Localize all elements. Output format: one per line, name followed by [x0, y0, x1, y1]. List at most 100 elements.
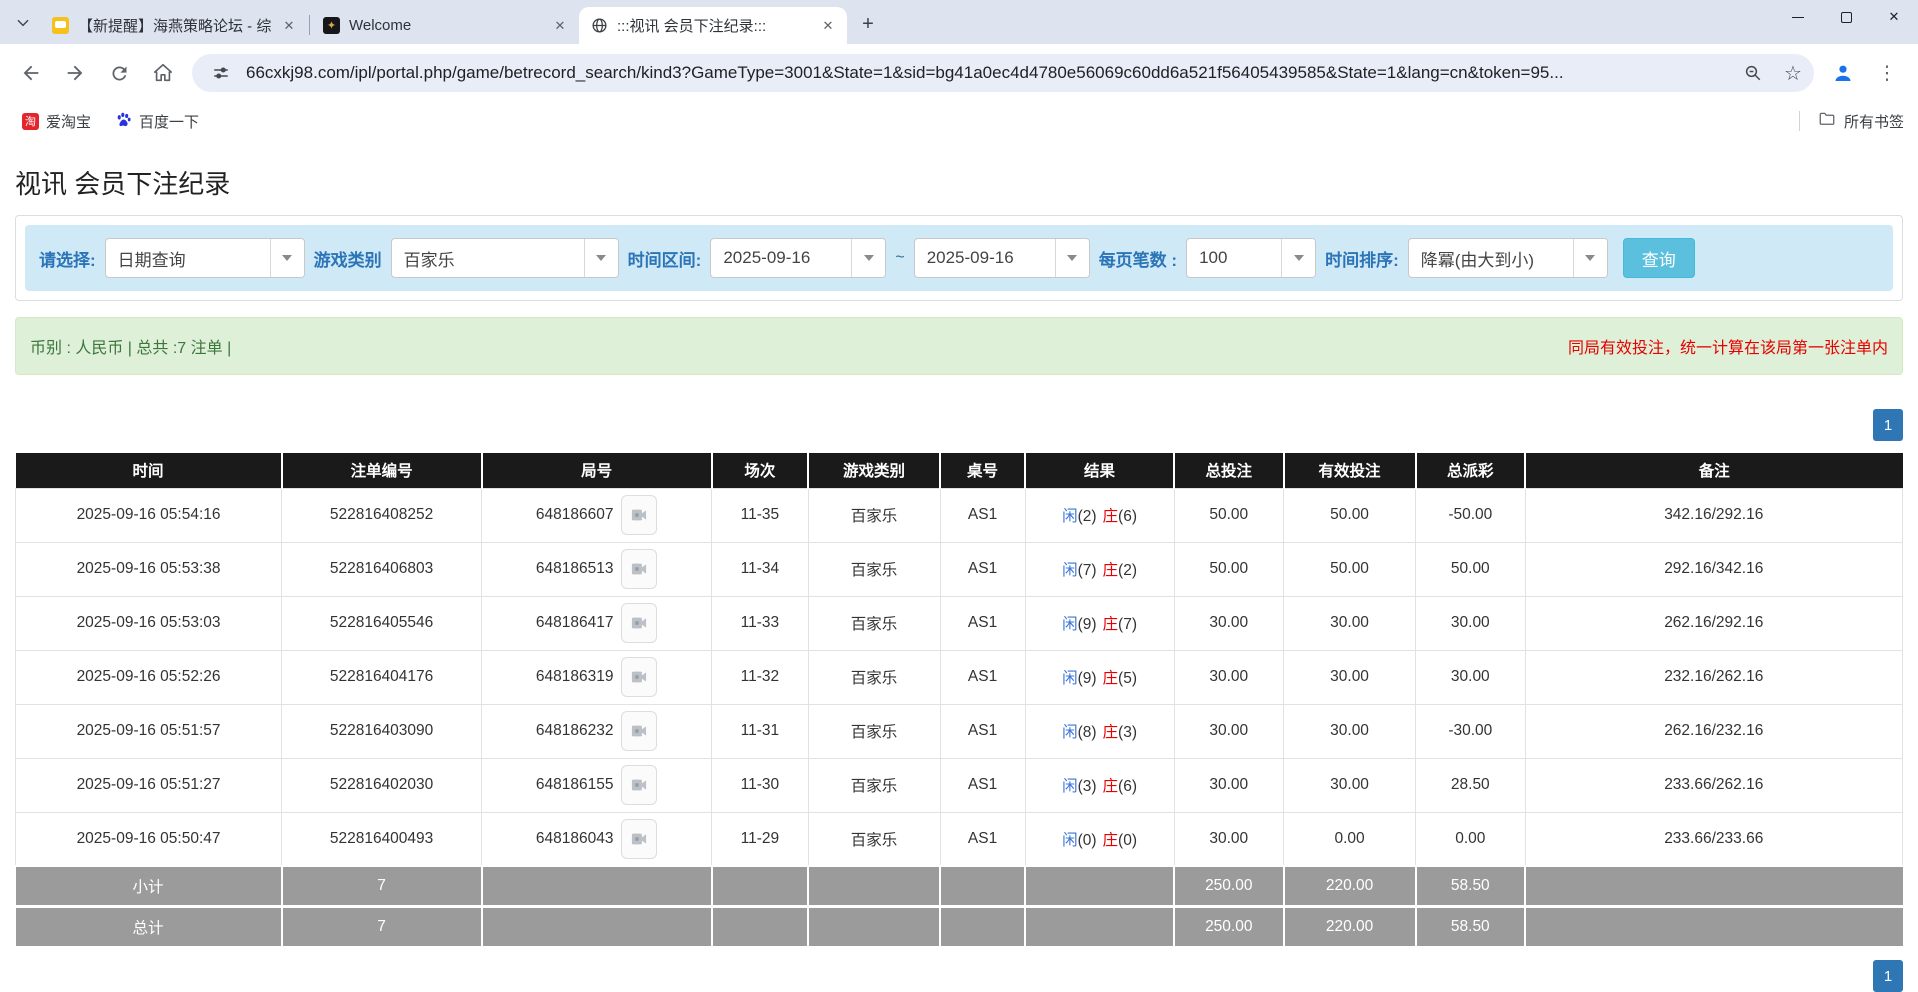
- game-type-select[interactable]: 百家乐: [391, 238, 619, 278]
- video-replay-button[interactable]: [621, 603, 657, 643]
- video-replay-button[interactable]: [621, 819, 657, 859]
- cell-game-type: 百家乐: [808, 758, 940, 812]
- close-icon[interactable]: ✕: [551, 17, 569, 35]
- tab-strip: 【新提醒】海燕策略论坛 - 综合 ✕ ✦ Welcome ✕ :::视讯 会员下…: [0, 0, 1918, 44]
- query-type-select[interactable]: 日期查询: [105, 238, 305, 278]
- cell-session: 11-30: [712, 758, 808, 812]
- all-bookmarks-button[interactable]: 所有书签: [1818, 110, 1904, 132]
- total-count: 7: [282, 906, 482, 946]
- player-label: 闲: [1062, 724, 1078, 741]
- cell-table-no: AS1: [940, 542, 1025, 596]
- cell-payout: 30.00: [1416, 650, 1525, 704]
- profile-avatar-icon[interactable]: [1824, 54, 1862, 92]
- bookmark-baidu[interactable]: 百度一下: [107, 108, 207, 135]
- subtotal-label: 小计: [16, 866, 282, 906]
- cell-total-bet[interactable]: 30.00: [1174, 704, 1283, 758]
- cell-table-no: AS1: [940, 812, 1025, 866]
- cell-time: 2025-09-16 05:50:47: [16, 812, 282, 866]
- cell-remark: 262.16/292.16: [1525, 596, 1902, 650]
- cell-game-type: 百家乐: [808, 812, 940, 866]
- close-icon[interactable]: ✕: [280, 17, 298, 35]
- zoom-icon[interactable]: [1738, 58, 1768, 88]
- tab-title: 【新提醒】海燕策略论坛 - 综合: [78, 15, 271, 36]
- page-1-button[interactable]: 1: [1873, 409, 1903, 441]
- tab-search-chevron-icon[interactable]: [6, 6, 40, 40]
- chevron-down-icon[interactable]: [270, 239, 304, 277]
- back-icon[interactable]: [12, 54, 50, 92]
- taobao-icon: 淘: [22, 113, 39, 130]
- tab-welcome[interactable]: ✦ Welcome ✕: [311, 7, 579, 44]
- time-sort-select[interactable]: 降冪(由大到小): [1408, 238, 1608, 278]
- per-page-select[interactable]: 100: [1186, 238, 1316, 278]
- date-from-value: 2025-09-16: [711, 239, 851, 277]
- site-settings-icon[interactable]: [206, 58, 236, 88]
- cell-session: 11-33: [712, 596, 808, 650]
- cell-time: 2025-09-16 05:51:27: [16, 758, 282, 812]
- date-from-input[interactable]: 2025-09-16: [710, 238, 886, 278]
- table-row: 2025-09-16 05:54:16 522816408252 6481866…: [16, 488, 1903, 542]
- filter-panel: 请选择: 日期查询 游戏类别 百家乐 时间区间: 2025-09-16 ~ 20…: [15, 215, 1903, 301]
- cell-result: 闲(8)庄(3): [1025, 704, 1174, 758]
- close-icon[interactable]: ✕: [819, 17, 837, 35]
- header-total-bet: 总投注: [1174, 453, 1283, 488]
- chevron-down-icon[interactable]: [584, 239, 618, 277]
- tab-bet-record[interactable]: :::视讯 会员下注纪录::: ✕: [579, 7, 847, 44]
- tab-forum[interactable]: 【新提醒】海燕策略论坛 - 综合 ✕: [40, 7, 308, 44]
- cell-bet-no: 522816405546: [282, 596, 482, 650]
- date-to-input[interactable]: 2025-09-16: [914, 238, 1090, 278]
- cell-session: 11-31: [712, 704, 808, 758]
- search-button[interactable]: 查询: [1623, 238, 1695, 278]
- browser-toolbar: 66cxkj98.com/ipl/portal.php/game/betreco…: [0, 44, 1918, 102]
- cell-total-bet[interactable]: 50.00: [1174, 488, 1283, 542]
- chevron-down-icon[interactable]: [1573, 239, 1607, 277]
- cell-round-no: 648186607: [482, 488, 712, 542]
- cell-valid-bet: 0.00: [1284, 812, 1416, 866]
- cell-time: 2025-09-16 05:52:26: [16, 650, 282, 704]
- chevron-down-icon[interactable]: [851, 239, 885, 277]
- banker-label: 庄: [1103, 724, 1119, 741]
- video-replay-button[interactable]: [621, 495, 657, 535]
- maximize-button[interactable]: [1822, 0, 1870, 34]
- video-replay-button[interactable]: [621, 765, 657, 805]
- date-to-value: 2025-09-16: [915, 239, 1055, 277]
- minimize-button[interactable]: [1774, 0, 1822, 34]
- forward-icon[interactable]: [56, 54, 94, 92]
- chevron-down-icon[interactable]: [1281, 239, 1315, 277]
- cell-payout: -50.00: [1416, 488, 1525, 542]
- new-tab-button[interactable]: +: [853, 9, 883, 39]
- banker-label: 庄: [1103, 508, 1119, 525]
- bookmark-star-icon[interactable]: ☆: [1778, 58, 1808, 88]
- reload-icon[interactable]: [100, 54, 138, 92]
- chevron-down-icon[interactable]: [1055, 239, 1089, 277]
- page-title: 视讯 会员下注纪录: [15, 164, 1903, 201]
- range-tilde: ~: [895, 249, 904, 267]
- menu-dots-icon[interactable]: ⋮: [1868, 54, 1906, 92]
- address-bar[interactable]: 66cxkj98.com/ipl/portal.php/game/betreco…: [192, 54, 1814, 92]
- cell-result: 闲(9)庄(7): [1025, 596, 1174, 650]
- cell-total-bet[interactable]: 30.00: [1174, 812, 1283, 866]
- video-replay-button[interactable]: [621, 711, 657, 751]
- cell-total-bet[interactable]: 50.00: [1174, 542, 1283, 596]
- cell-total-bet[interactable]: 30.00: [1174, 758, 1283, 812]
- video-replay-button[interactable]: [621, 549, 657, 589]
- url-text[interactable]: 66cxkj98.com/ipl/portal.php/game/betreco…: [246, 63, 1728, 83]
- video-replay-button[interactable]: [621, 657, 657, 697]
- bookmark-aitaobao[interactable]: 淘 爱淘宝: [14, 108, 99, 135]
- cell-remark: 233.66/233.66: [1525, 812, 1902, 866]
- cell-result: 闲(7)庄(2): [1025, 542, 1174, 596]
- subtotal-valid-bet: 220.00: [1284, 866, 1416, 906]
- total-row: 总计 7 250.00 220.00 58.50: [16, 906, 1903, 946]
- home-icon[interactable]: [144, 54, 182, 92]
- cell-total-bet[interactable]: 30.00: [1174, 650, 1283, 704]
- cell-time: 2025-09-16 05:54:16: [16, 488, 282, 542]
- banker-label: 庄: [1103, 832, 1119, 849]
- table-row: 2025-09-16 05:53:03 522816405546 6481864…: [16, 596, 1903, 650]
- close-window-button[interactable]: ✕: [1870, 0, 1918, 34]
- round-no-value: 648186043: [536, 830, 614, 848]
- cell-total-bet[interactable]: 30.00: [1174, 596, 1283, 650]
- player-label: 闲: [1062, 778, 1078, 795]
- round-no-value: 648186319: [536, 668, 614, 686]
- total-valid-bet: 220.00: [1284, 906, 1416, 946]
- cell-remark: 232.16/262.16: [1525, 650, 1902, 704]
- tab-divider: [309, 15, 310, 35]
